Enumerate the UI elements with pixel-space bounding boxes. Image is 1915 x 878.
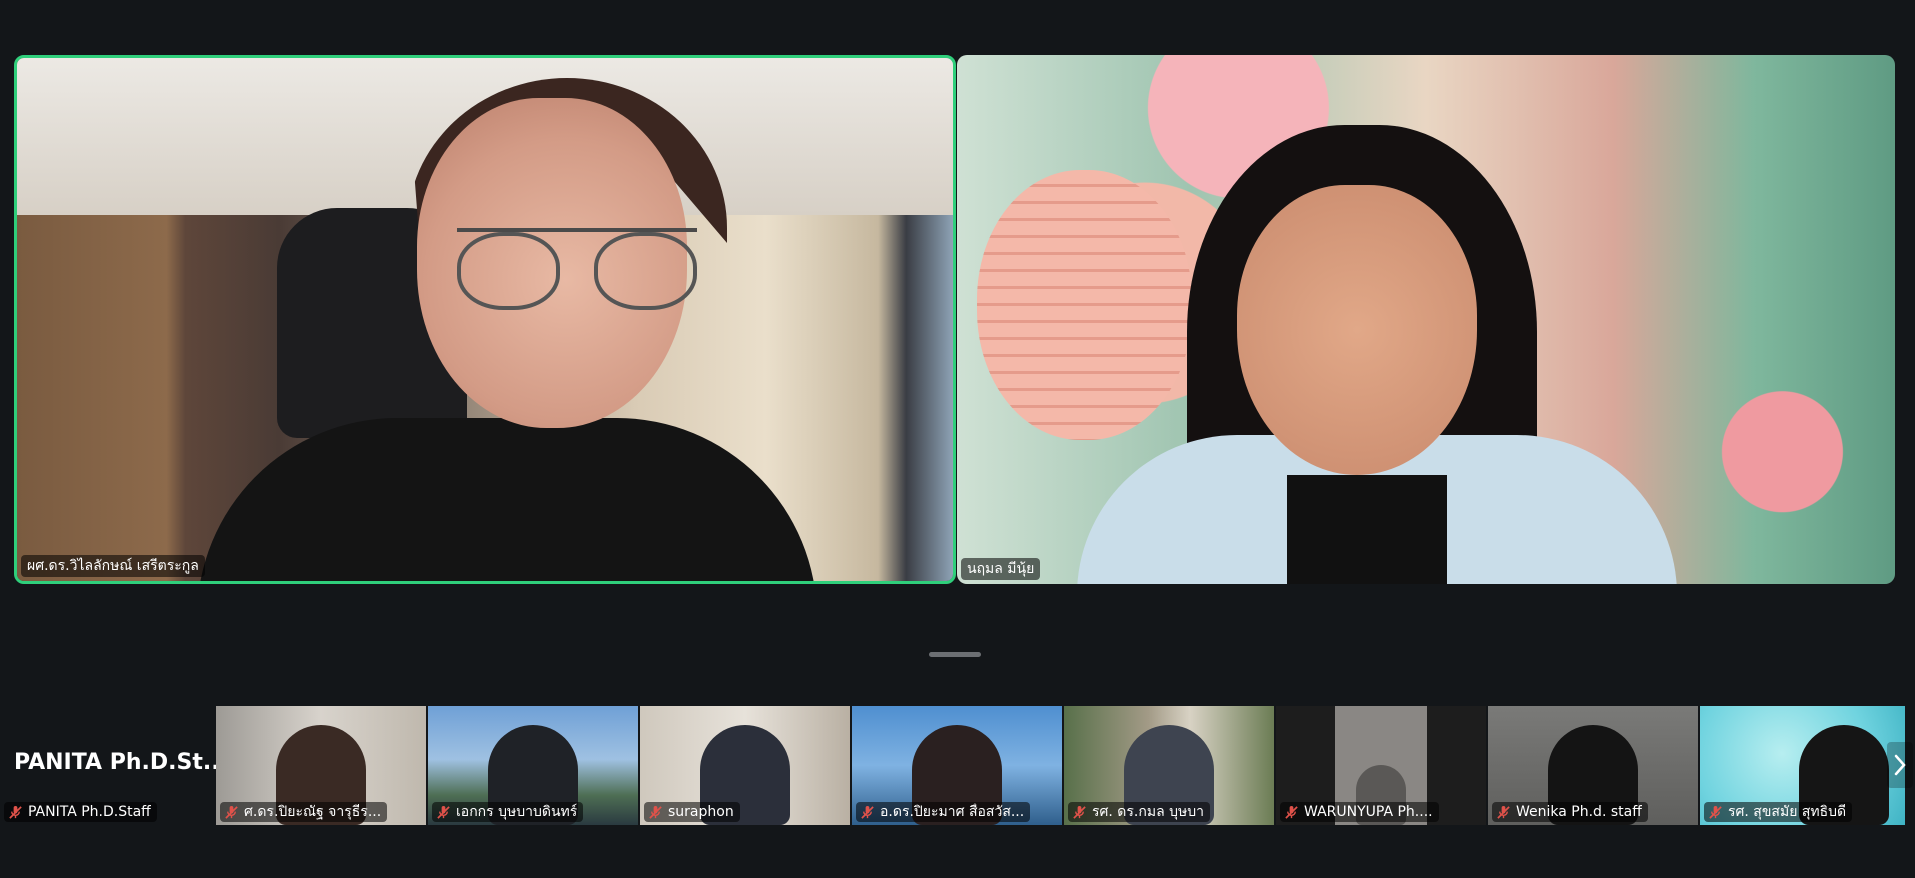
participant-name: suraphon [668, 804, 734, 820]
participant-label: รศ. ดร.กมล บุษบา [1068, 802, 1210, 822]
microphone-off-icon [861, 805, 874, 819]
self-view-tile[interactable]: PANITA Ph.D.St... PANITA Ph.D.Staff [0, 706, 228, 825]
microphone-off-icon [225, 805, 238, 819]
participant-label: อ.ดร.ปิยะมาศ สื่อสวัส... [856, 802, 1031, 822]
participant-name: PANITA Ph.D.Staff [28, 804, 151, 820]
microphone-off-icon [437, 805, 450, 819]
participant-label: WARUNYUPA Ph.... [1280, 802, 1439, 822]
main-video-tile[interactable]: นฤมล มีนุ้ย [957, 55, 1895, 584]
participant-name: อ.ดร.ปิยะมาศ สื่อสวัส... [880, 804, 1025, 820]
participant-name-tag: ผศ.ดร.วิไลลักษณ์ เสรีตระกูล [21, 555, 205, 577]
microphone-off-icon [9, 805, 22, 819]
gallery-tile[interactable]: ศ.ดร.ปิยะณัฐ จารุธีร... [216, 706, 426, 825]
gallery-tile[interactable]: WARUNYUPA Ph.... [1276, 706, 1486, 825]
participant-name-tag: นฤมล มีนุ้ย [961, 558, 1041, 580]
gallery-tile[interactable]: suraphon [640, 706, 850, 825]
microphone-off-icon [1285, 805, 1298, 819]
participant-label: PANITA Ph.D.Staff [4, 802, 157, 822]
gallery-tile[interactable]: อ.ดร.ปิยะมาศ สื่อสวัส... [852, 706, 1062, 825]
participant-label: suraphon [644, 802, 740, 822]
chevron-right-icon [1894, 754, 1906, 776]
participant-name: เอกกร บุษบาบดินทร์ [456, 804, 578, 820]
participant-name: รศ. สุขสมัย สุทธิบดี [1728, 804, 1847, 820]
meeting-stage: ผศ.ดร.วิไลลักษณ์ เสรีตระกูล นฤมล มีนุ้ย … [0, 0, 1915, 878]
participant-name: WARUNYUPA Ph.... [1304, 804, 1433, 820]
participant-label: รศ. สุขสมัย สุทธิบดี [1704, 802, 1853, 822]
participant-name: ศ.ดร.ปิยะณัฐ จารุธีร... [244, 804, 382, 820]
participant-label: Wenika Ph.d. staff [1492, 802, 1648, 822]
gallery-tile[interactable]: เอกกร บุษบาบดินทร์ [428, 706, 638, 825]
gallery-tile[interactable]: รศ. สุขสมัย สุทธิบดี [1700, 706, 1905, 825]
microphone-off-icon [1709, 805, 1722, 819]
self-display-name: PANITA Ph.D.St... [14, 749, 228, 775]
microphone-off-icon [649, 805, 662, 819]
main-video-tile-active-speaker[interactable]: ผศ.ดร.วิไลลักษณ์ เสรีตระกูล [14, 55, 956, 584]
microphone-off-icon [1497, 805, 1510, 819]
gallery-tile[interactable]: Wenika Ph.d. staff [1488, 706, 1698, 825]
participant-label: ศ.ดร.ปิยะณัฐ จารุธีร... [220, 802, 388, 822]
participant-label: เอกกร บุษบาบดินทร์ [432, 802, 584, 822]
participant-name: รศ. ดร.กมล บุษบา [1092, 804, 1204, 820]
gallery-next-button[interactable] [1887, 742, 1913, 788]
resize-handle[interactable] [929, 652, 981, 657]
gallery-tile[interactable]: รศ. ดร.กมล บุษบา [1064, 706, 1274, 825]
microphone-off-icon [1073, 805, 1086, 819]
participant-name: Wenika Ph.d. staff [1516, 804, 1642, 820]
